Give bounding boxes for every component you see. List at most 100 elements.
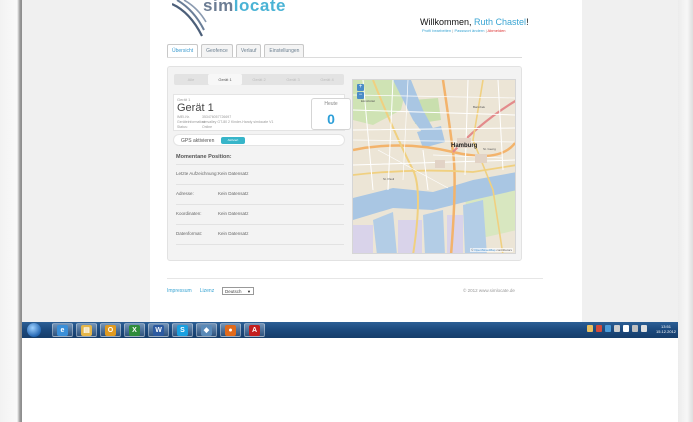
excel-icon: X xyxy=(129,324,140,336)
logo-part-2: locate xyxy=(233,0,286,15)
svg-text:Barmbek: Barmbek xyxy=(473,105,486,109)
position-value: Kein Datensatz xyxy=(218,171,249,176)
taskbar-app-button[interactable]: W xyxy=(148,323,169,337)
skype-icon: S xyxy=(177,324,188,336)
footer-divider xyxy=(167,278,543,279)
taskbar-app-button[interactable]: A xyxy=(244,323,265,337)
device-info-card: Gerät 1 Gerät 1 IMEI-Nr. 353476057726697… xyxy=(173,94,351,131)
network-icon[interactable] xyxy=(632,325,638,332)
welcome-suffix: ! xyxy=(526,17,529,27)
device-imei-key: IMEI-Nr. xyxy=(177,115,190,119)
footer-links: Impressum Lizenz xyxy=(167,288,214,294)
tray-icon[interactable] xyxy=(587,325,593,332)
device-tab-4[interactable]: Gerät 4 xyxy=(310,74,344,85)
simlocate-page: simlocate Willkommen, Ruth Chastel! Prof… xyxy=(150,0,582,322)
overview-panel: Alle Gerät 1 Gerät 2 Gerät 3 Gerät 4 Ger… xyxy=(167,66,522,261)
right-window-edge xyxy=(678,0,693,422)
position-value: Kein Datensatz xyxy=(218,211,249,216)
desktop: simlocate Willkommen, Ruth Chastel! Prof… xyxy=(0,0,693,422)
svg-text:St. Georg: St. Georg xyxy=(483,147,496,151)
license-link[interactable]: Lizenz xyxy=(200,288,214,294)
position-key: Adresse: xyxy=(176,191,194,196)
position-row-address: Adresse: Kein Datensatz xyxy=(176,184,344,204)
copyright-text: © 2012 www.simlocate.de xyxy=(463,288,515,293)
firefox-icon: ● xyxy=(225,324,236,336)
today-count: 0 xyxy=(327,111,335,127)
position-row-coordinates: Koordinaten: Kein Datensatz xyxy=(176,204,344,224)
map-zoom-controls: + − xyxy=(357,84,364,100)
svg-text:St. Pauli: St. Pauli xyxy=(383,177,395,181)
device-tab-2[interactable]: Gerät 2 xyxy=(242,74,276,85)
device-status-key: Status: xyxy=(177,125,188,129)
password-link[interactable]: Passwort ändern xyxy=(454,28,484,33)
device-tab-3[interactable]: Gerät 3 xyxy=(276,74,310,85)
zoom-out-button[interactable]: − xyxy=(357,92,364,99)
language-select[interactable]: Deutsch ▼ xyxy=(222,287,254,295)
taskbar: e ▤ O X W S ◆ ● A 13:51 15.12.2012 xyxy=(22,322,678,338)
system-tray xyxy=(587,325,647,332)
today-label: Heute xyxy=(324,101,338,107)
position-key: Datenformat: xyxy=(176,231,203,236)
map[interactable]: Eimsbüttel Barmbek St. Georg St. Pauli +… xyxy=(352,79,516,254)
volume-icon[interactable] xyxy=(641,325,647,332)
main-tabs: Übersicht Geofence Verlauf Einstellungen xyxy=(167,44,305,57)
link-separator: | xyxy=(485,28,487,33)
taskbar-app-button[interactable]: S xyxy=(172,323,193,337)
device-imei-row: IMEI-Nr. 353476057726697 xyxy=(177,115,231,119)
gps-toggle[interactable]: Aktiviert xyxy=(221,137,245,144)
acrobat-icon: A xyxy=(249,324,260,336)
taskbar-app-button[interactable]: X xyxy=(124,323,145,337)
device-status-row: Status: Online xyxy=(177,125,212,129)
position-value: Kein Datensatz xyxy=(218,191,249,196)
taskbar-app-button[interactable]: O xyxy=(100,323,121,337)
gps-row: GPS aktivieren Aktiviert xyxy=(173,134,345,146)
ie-icon: e xyxy=(57,324,68,336)
device-status-value: Online xyxy=(202,125,213,129)
device-imei-value: 353476057726697 xyxy=(202,115,232,119)
taskbar-app-button[interactable]: ◆ xyxy=(196,323,217,337)
map-tiles: Eimsbüttel Barmbek St. Georg St. Pauli xyxy=(353,80,515,253)
welcome-text: Willkommen, Ruth Chastel! xyxy=(420,17,529,27)
browser-left-margin xyxy=(22,0,150,322)
map-attribution: © OpenStreetMap contributors xyxy=(470,248,513,252)
start-button[interactable] xyxy=(27,323,41,337)
impressum-link[interactable]: Impressum xyxy=(167,288,192,294)
position-key: Koordinaten: xyxy=(176,211,202,216)
tab-history[interactable]: Verlauf xyxy=(235,44,262,57)
position-row-format: Datenformat: Kein Datensatz xyxy=(176,224,344,245)
tray-icon[interactable] xyxy=(605,325,611,332)
osm-link[interactable]: OpenStreetMap xyxy=(474,248,495,252)
tray-icon[interactable] xyxy=(596,325,602,332)
taskbar-app-button[interactable]: ● xyxy=(220,323,241,337)
taskbar-app-button[interactable]: ▤ xyxy=(76,323,97,337)
position-value: Kein Datensatz xyxy=(218,231,249,236)
position-title: Momentane Position: xyxy=(176,154,232,160)
tab-geofence[interactable]: Geofence xyxy=(201,44,233,57)
logo-part-1: sim xyxy=(203,0,234,15)
word-icon: W xyxy=(153,324,164,336)
tab-divider xyxy=(167,57,522,58)
device-tab-all[interactable]: Alle xyxy=(174,74,208,85)
clock-date: 15.12.2012 xyxy=(656,329,677,334)
chevron-down-icon: ▼ xyxy=(247,289,251,294)
position-key: Letzte Aufzeichnung: xyxy=(176,171,218,176)
user-name: Ruth Chastel xyxy=(474,17,527,27)
welcome-prefix: Willkommen, xyxy=(420,17,472,27)
account-links: Profil bearbeiten | Passwort ändern | Ab… xyxy=(422,28,506,33)
profile-link[interactable]: Profil bearbeiten xyxy=(422,28,451,33)
device-info-value: simvalley GT-80 2 Kinder-Handy simlocate… xyxy=(202,120,274,124)
tab-overview[interactable]: Übersicht xyxy=(167,44,199,57)
flag-icon[interactable] xyxy=(623,325,629,332)
zoom-in-button[interactable]: + xyxy=(357,84,364,91)
map-city-label: Hamburg xyxy=(451,143,478,149)
taskbar-app-button[interactable]: e xyxy=(52,323,73,337)
position-row-last-record: Letzte Aufzeichnung: Kein Datensatz xyxy=(176,164,344,184)
logout-link[interactable]: Abmelden xyxy=(488,28,506,33)
device-tab-1[interactable]: Gerät 1 xyxy=(208,74,242,85)
device-tabs: Alle Gerät 1 Gerät 2 Gerät 3 Gerät 4 xyxy=(174,74,344,85)
logo[interactable]: simlocate xyxy=(203,0,286,16)
gps-label: GPS aktivieren xyxy=(181,138,215,144)
tab-settings[interactable]: Einstellungen xyxy=(264,44,305,57)
clock[interactable]: 13:51 15.12.2012 xyxy=(656,324,676,334)
tray-icon[interactable] xyxy=(614,325,620,332)
